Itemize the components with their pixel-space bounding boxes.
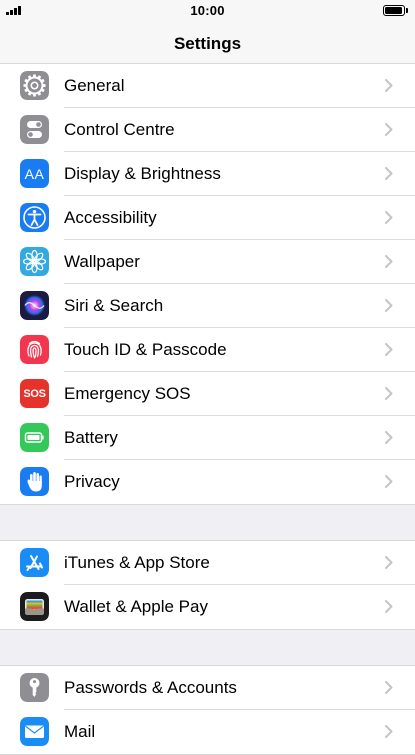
status-time: 10:00 (190, 3, 225, 18)
chevron-right-icon (385, 387, 393, 400)
row-label: Privacy (64, 472, 120, 491)
row-label: Siri & Search (64, 296, 164, 315)
settings-row-touch-id-and-passcode[interactable]: Touch ID & Passcode (0, 328, 415, 372)
settings-row-display-and-brightness[interactable]: AA Display & Brightness (0, 152, 415, 196)
chevron-right-icon (385, 343, 393, 356)
row-label: Emergency SOS (64, 384, 191, 403)
gear-icon (20, 71, 49, 100)
settings-row-passwords-and-accounts[interactable]: Passwords & Accounts (0, 666, 415, 710)
chevron-right-icon (385, 167, 393, 180)
row-label: Display & Brightness (64, 164, 221, 183)
flower-icon (20, 247, 49, 276)
row-label: General (64, 76, 125, 95)
siri-icon (20, 291, 49, 320)
row-label: Mail (64, 722, 96, 741)
settings-row-accessibility[interactable]: Accessibility (0, 196, 415, 240)
chevron-right-icon (385, 556, 393, 569)
chevron-right-icon (385, 255, 393, 268)
row-label: Wallpaper (64, 252, 140, 271)
battery-icon (20, 423, 49, 452)
navigation-bar: Settings (0, 22, 415, 64)
chevron-right-icon (385, 475, 393, 488)
app-store-icon (20, 548, 49, 577)
icon-text: SOS (23, 387, 46, 400)
settings-row-emergency-sos[interactable]: SOS Emergency SOS (0, 372, 415, 416)
settings-row-control-centre[interactable]: Control Centre (0, 108, 415, 152)
row-label: Wallet & Apple Pay (64, 597, 208, 616)
row-label: Accessibility (64, 208, 157, 227)
settings-section: Passwords & Accounts Mail (0, 665, 415, 755)
hand-icon (20, 467, 49, 496)
settings-row-general[interactable]: General (0, 64, 415, 108)
settings-row-siri-and-search[interactable]: Siri & Search (0, 284, 415, 328)
chevron-right-icon (385, 431, 393, 444)
chevron-right-icon (385, 299, 393, 312)
status-bar: 10:00 (0, 0, 415, 22)
accessibility-icon (20, 203, 49, 232)
settings-section: General Control Centre AA Display & Brightn… (0, 64, 415, 505)
wallet-icon (20, 592, 49, 621)
section-spacer (0, 505, 415, 540)
text-size-icon: AA (20, 159, 49, 188)
sos-icon: SOS (20, 379, 49, 408)
section-spacer (0, 630, 415, 665)
page-title: Settings (173, 34, 242, 53)
row-label: iTunes & App Store (64, 553, 210, 572)
settings-row-privacy[interactable]: Privacy (0, 460, 415, 504)
settings-section: iTunes & App Store Wallet & Apple Pay (0, 540, 415, 630)
row-label: Battery (64, 428, 118, 447)
key-icon (20, 673, 49, 702)
settings-row-wallpaper[interactable]: Wallpaper (0, 240, 415, 284)
row-label: Control Centre (64, 120, 175, 139)
icon-text: AA (24, 165, 45, 182)
chevron-right-icon (385, 681, 393, 694)
toggles-icon (20, 115, 49, 144)
battery-status-icon (383, 5, 408, 16)
fingerprint-icon (20, 335, 49, 364)
chevron-right-icon (385, 600, 393, 613)
mail-icon (20, 717, 49, 746)
chevron-right-icon (385, 211, 393, 224)
chevron-right-icon (385, 79, 393, 92)
settings-row-battery[interactable]: Battery (0, 416, 415, 460)
chevron-right-icon (385, 725, 393, 738)
settings-row-wallet-and-apple-pay[interactable]: Wallet & Apple Pay (0, 585, 415, 629)
row-label: Touch ID & Passcode (64, 340, 227, 359)
settings-row-itunes-and-app-store[interactable]: iTunes & App Store (0, 541, 415, 585)
settings-row-mail[interactable]: Mail (0, 710, 415, 754)
settings-list[interactable]: General Control Centre AA Display & Brightn… (0, 64, 415, 755)
row-label: Passwords & Accounts (64, 678, 237, 697)
chevron-right-icon (385, 123, 393, 136)
